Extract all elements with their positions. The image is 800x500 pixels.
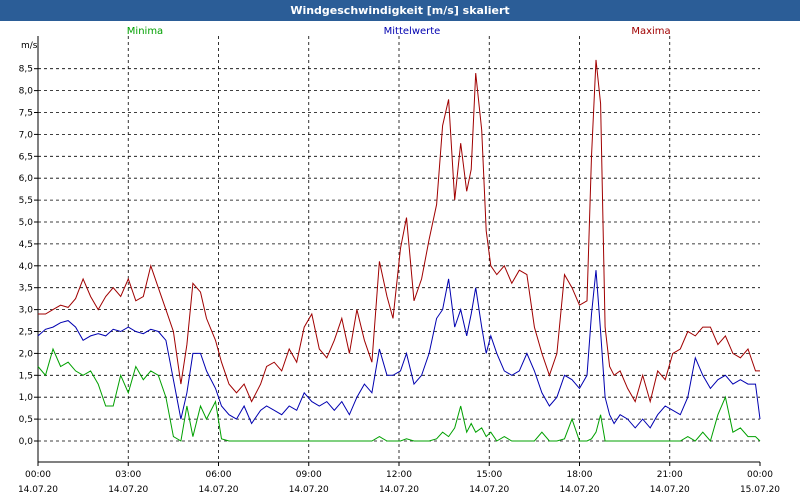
y-tick-label: 0,0	[19, 437, 34, 447]
y-tick-label: 0,5	[19, 415, 33, 425]
x-tick-date: 14.07.20	[469, 485, 509, 495]
x-tick-date: 14.07.20	[650, 485, 690, 495]
legend: Maxima Mittelwerte Minima	[127, 26, 671, 37]
x-tick-time: 18:00	[567, 470, 593, 480]
wind-speed-chart: 0,0 0,5 1,0 1,5 2,0 2,5 3,0 3,5 4,0 4,5 5,0 5,5 6,0 6…	[18, 26, 780, 495]
y-tick-label: 5,5	[19, 196, 33, 206]
x-tick-date: 15.07.20	[740, 485, 780, 495]
x-tick-time: 06:00	[206, 470, 232, 480]
y-tick-label: 4,0	[19, 262, 34, 272]
x-tick-time: 00:00	[747, 470, 773, 480]
legend-minima: Minima	[127, 26, 163, 37]
y-tick-label: 4,5	[19, 240, 33, 250]
y-tick-label: 3,0	[19, 306, 34, 316]
legend-mittelwerte: Mittelwerte	[384, 26, 441, 37]
x-tick-time: 21:00	[657, 470, 683, 480]
x-tick-time: 09:00	[296, 470, 322, 480]
x-tick-time: 12:00	[386, 470, 412, 480]
x-tick-time: 03:00	[115, 470, 141, 480]
y-tick-label: 2,5	[19, 328, 33, 338]
x-tick-date: 14.07.20	[379, 485, 419, 495]
x-tick-time: 00:00	[25, 470, 51, 480]
y-tick-label: 1,5	[19, 371, 33, 381]
y-tick-label: 8,5	[19, 65, 33, 75]
y-tick-label: 7,0	[19, 130, 34, 140]
x-tick-time: 15:00	[476, 470, 502, 480]
y-tick-label: 7,5	[19, 109, 33, 119]
x-axis-ticks: 00:00 14.07.20 03:00 14.07.20 06:00 14.07.20 0…	[18, 462, 780, 495]
y-tick-label: 3,5	[19, 284, 33, 294]
y-tick-label: 2,0	[19, 349, 34, 359]
x-tick-date: 14.07.20	[108, 485, 148, 495]
y-axis-label: m/s	[21, 41, 38, 51]
x-tick-date: 14.07.20	[289, 485, 329, 495]
legend-maxima: Maxima	[631, 26, 670, 37]
y-axis-ticks: 0,0 0,5 1,0 1,5 2,0 2,5 3,0 3,5 4,0 4,5 5,0 5,5 6,0 6…	[19, 65, 38, 447]
series-lines	[37, 59, 761, 443]
y-tick-label: 5,0	[19, 218, 34, 228]
y-tick-label: 8,0	[19, 87, 34, 97]
x-tick-date: 14.07.20	[198, 485, 238, 495]
y-tick-label: 1,0	[19, 393, 34, 403]
y-tick-label: 6,5	[19, 152, 33, 162]
x-tick-date: 14.07.20	[559, 485, 599, 495]
x-tick-date: 14.07.20	[18, 485, 58, 495]
y-tick-label: 6,0	[19, 174, 34, 184]
